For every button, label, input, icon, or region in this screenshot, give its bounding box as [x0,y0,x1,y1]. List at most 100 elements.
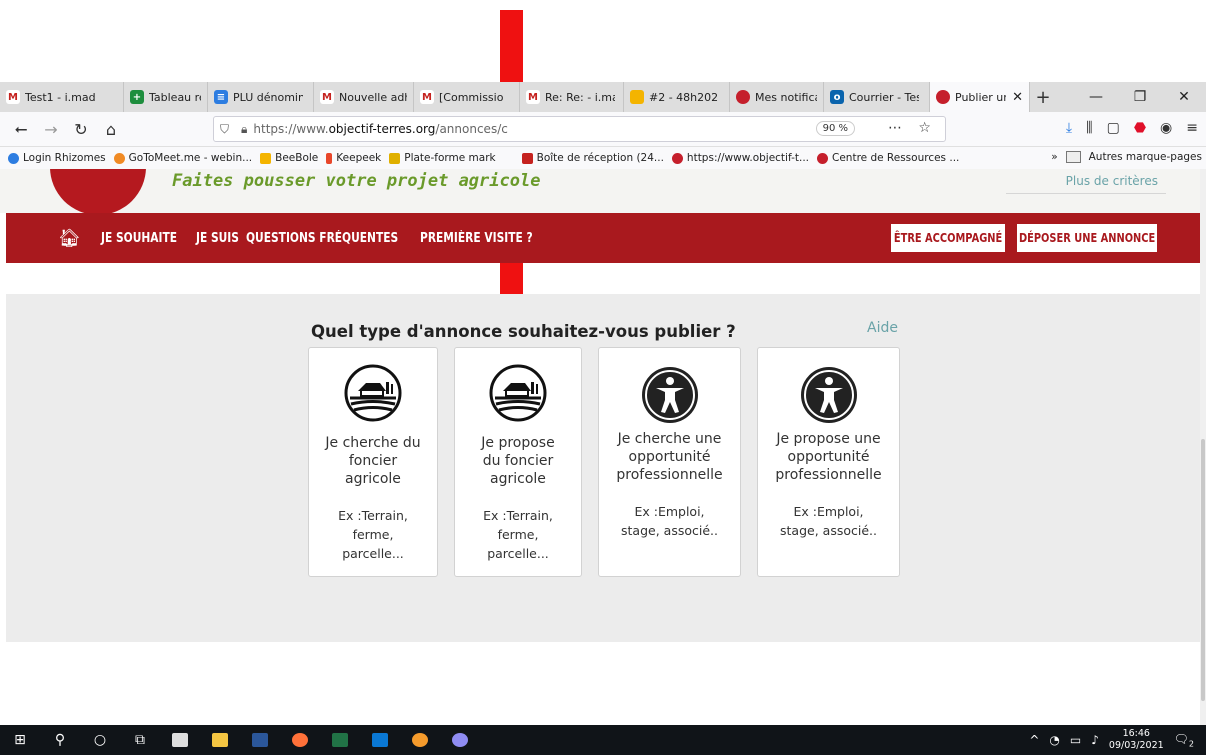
close-tab-icon[interactable]: ✕ [1012,90,1023,105]
help-link[interactable]: Aide [867,320,898,336]
shield-icon: ⛉ [220,121,230,136]
new-tab-button[interactable]: + [1030,87,1056,108]
more-criteria-link[interactable]: Plus de critères [1066,174,1158,188]
chevron-up-icon[interactable]: ^ [1029,733,1039,747]
tab-label: Courrier - Tes [849,90,919,104]
bookmark-icon [817,152,829,164]
restore-icon[interactable]: ❐ [1118,89,1162,105]
browser-tab[interactable]: ≡ PLU dénomin [208,82,314,112]
card-example-line: ferme, [352,527,394,542]
card-offer-land[interactable]: Je propose du foncier agricole Ex :Terra… [454,347,582,577]
browser-tab[interactable]: M Nouvelle adh [314,82,414,112]
nav-questions-frequentes[interactable]: QUESTIONS FRÉQUENTES [246,231,398,246]
url-path: /annonces/c [435,122,508,136]
reload-icon[interactable]: ↻ [66,120,96,139]
bookmark-icon [389,152,401,164]
bookmark-icon [326,152,333,164]
card-example: Ex :Emploi, stage, associé.. [599,502,740,540]
browser-tab[interactable]: M Test1 - i.madr [0,82,124,112]
search-icon[interactable]: ⚲ [40,732,80,748]
clock-time: 16:46 [1122,728,1150,739]
mail-icon[interactable] [360,733,400,747]
tab-label: Tableau récap [149,90,201,104]
cortana-icon[interactable]: ○ [80,732,120,748]
card-example-line: Ex :Emploi, [634,504,705,519]
bookmark-item[interactable]: Login Rhizomes [8,152,106,164]
sidebar-icon[interactable]: ▢ [1107,120,1120,136]
clock[interactable]: 16:46 09/03/2021 [1109,728,1164,752]
bookmark-item[interactable]: GoToMeet.me - webin... [113,152,252,164]
excel-icon[interactable] [320,733,360,747]
browser-tab[interactable]: M [Commissio [414,82,520,112]
nav-premiere-visite[interactable]: PREMIÈRE VISITE ? [420,231,533,246]
url-host: objectif-terres.org [328,122,436,136]
word-icon[interactable] [240,733,280,747]
card-title-line: professionnelle [775,467,882,483]
site-logo[interactable] [50,169,146,213]
browser-tab[interactable]: o Courrier - Tes [824,82,930,112]
home-icon[interactable]: 🏠︎ [58,228,81,249]
card-title-line: du foncier [482,453,554,469]
card-seek-land[interactable]: Je cherche du foncier agricole Ex :Terra… [308,347,438,577]
card-example-line: parcelle... [487,546,549,561]
wifi-icon[interactable]: ◔ [1049,733,1059,747]
card-offer-opportunity[interactable]: Je propose une opportunité professionnel… [757,347,900,577]
library-icon[interactable]: ⫼ [1086,120,1092,136]
account-icon[interactable]: ◉ [1160,120,1172,136]
battery-icon[interactable]: ▭ [1070,733,1081,747]
browser-tab[interactable]: M Re: Re: - i.mac [520,82,624,112]
volume-icon[interactable]: ♪ [1091,733,1099,747]
home-page-icon[interactable]: ⌂ [96,120,126,139]
browser-tab[interactable]: #2 - 48h2021_ [624,82,730,112]
chevron-double-right-icon[interactable]: » [1051,151,1057,163]
notification-count: 2 [1188,739,1194,749]
bookmark-item[interactable]: Centre de Ressources ... [817,152,959,164]
browser-toolbar-right: ⤓ ⫼ ▢ ⬣ ◉ ≡ [1066,120,1198,136]
browser-tab[interactable]: + Tableau récap [124,82,208,112]
bookmark-item[interactable]: BeeBole [260,152,318,164]
close-window-icon[interactable]: ✕ [1162,89,1206,105]
file-explorer-icon[interactable] [200,733,240,747]
bookmark-icon [671,152,683,164]
card-title-line: agricole [345,471,401,487]
card-title-line: Je propose [481,435,555,451]
accompany-button[interactable]: ÊTRE ACCOMPAGNÉ [890,223,1006,253]
bookmark-item[interactable]: Keepeek [326,152,381,164]
task-view-icon[interactable]: ⧉ [120,732,160,748]
store-icon[interactable] [160,733,200,747]
card-seek-opportunity[interactable]: Je cherche une opportunité professionnel… [598,347,741,577]
scrollbar-thumb[interactable] [1201,439,1205,701]
bookmark-item[interactable]: Plate-forme mark [389,152,496,164]
tab-label: Nouvelle adh [339,90,407,104]
browser-tab-active[interactable]: Publier un ✕ [930,82,1030,112]
download-icon[interactable]: ⤓ [1066,120,1072,136]
other-bookmarks[interactable]: Autres marque-pages [1089,151,1202,163]
forward-icon[interactable]: → [36,120,66,139]
browser-tab[interactable]: Mes notificati [730,82,824,112]
nav-je-souhaite[interactable]: JE SOUHAITE [101,231,177,246]
adblock-icon[interactable]: ⬣ [1134,120,1146,136]
post-ad-button[interactable]: DÉPOSER UNE ANNONCE [1016,223,1158,253]
card-title-line: opportunité [787,449,870,465]
nav-je-suis[interactable]: JE SUIS [196,231,239,246]
page-scrollbar[interactable] [1200,169,1206,725]
app-icon[interactable] [440,733,480,747]
address-bar[interactable]: ⛉ 🔒︎ https://www. objectif-terres.org/ann… [213,116,946,142]
bookmark-label: Boîte de réception (24... [536,152,664,164]
minimize-icon[interactable]: — [1074,89,1118,105]
lock-icon: 🔒︎ [241,121,248,136]
post-ad-button-label: DÉPOSER UNE ANNONCE [1018,231,1156,245]
menu-icon[interactable]: ≡ [1186,120,1198,136]
firefox-icon[interactable] [280,733,320,747]
windows-start-icon[interactable]: ⊞ [0,732,40,748]
snip-icon[interactable] [400,733,440,747]
bookmark-item[interactable]: https://www.objectif-t... [671,152,809,164]
notifications-icon[interactable]: 🗨︎2 [1174,732,1194,748]
card-example: Ex :Terrain, ferme, parcelle... [309,506,437,563]
zoom-indicator[interactable]: 90 % [815,121,855,136]
back-icon[interactable]: ⭠ [6,119,36,139]
page-actions[interactable]: ⋯ ☆ [888,120,937,136]
card-example-line: Ex :Terrain, [338,508,408,523]
bookmark-item[interactable]: Boîte de réception (24... [521,152,664,164]
bookmark-icon [260,152,272,164]
